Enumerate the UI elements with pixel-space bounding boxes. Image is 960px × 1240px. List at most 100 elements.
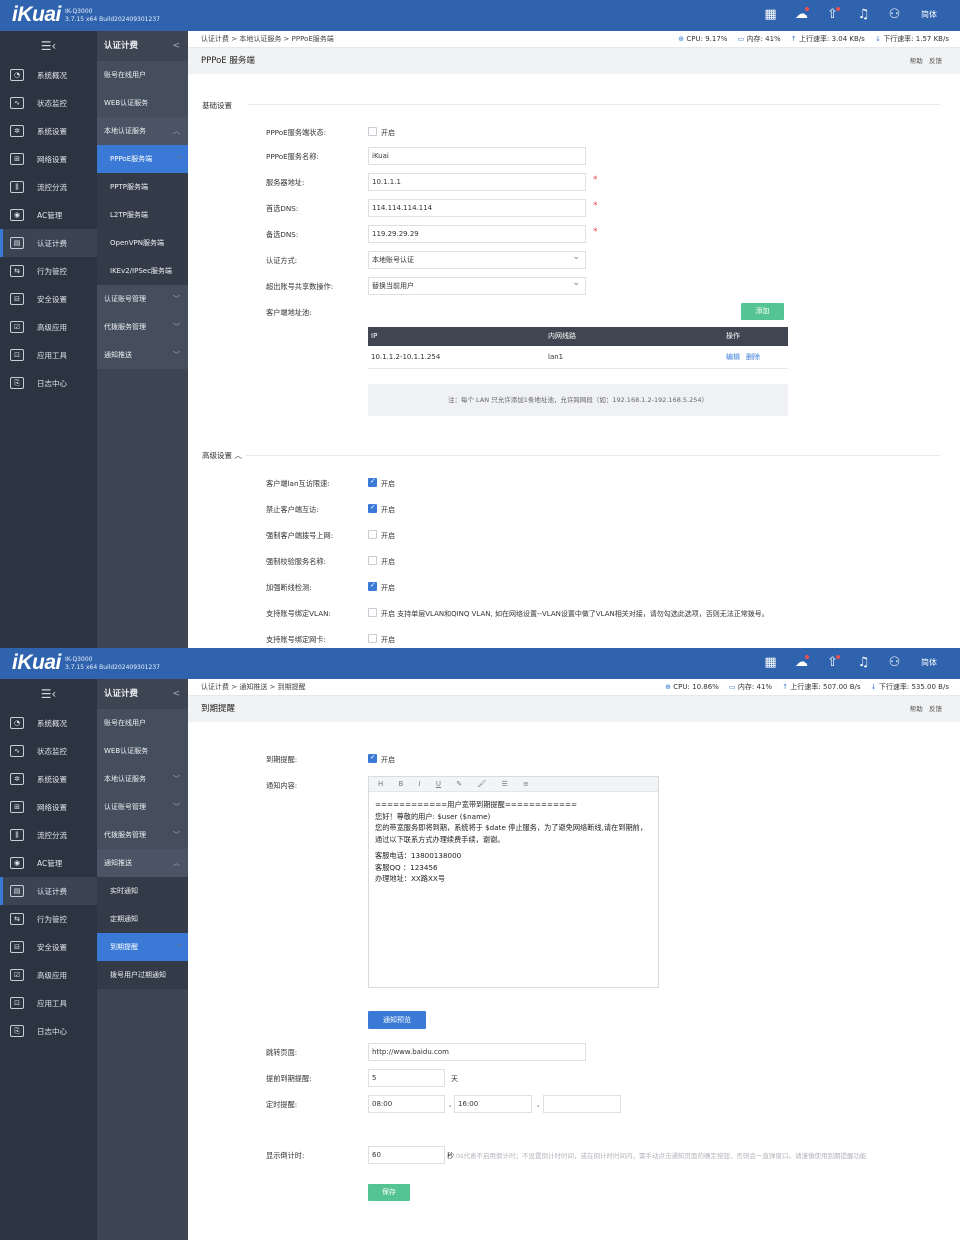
submenu-item-dial-expire[interactable]: 拨号用户过期通知 <box>97 961 188 989</box>
sidebar-item-overview[interactable]: ◔ 系统概况 <box>0 61 97 89</box>
underline-icon[interactable]: U <box>436 780 441 788</box>
cloud-icon[interactable]: ☁ <box>786 655 817 671</box>
sidebar-item-security[interactable]: ⊟ 安全设置 <box>0 933 97 961</box>
sidebar-item-monitor[interactable]: ∿ 状态监控 <box>0 737 97 765</box>
timer-input-3[interactable] <box>543 1095 621 1113</box>
submenu-item-pptp[interactable]: PPTP服务端 <box>97 173 188 201</box>
submenu-item-local[interactable]: 本地认证服务 ﹀ <box>97 765 188 793</box>
isolate-checkbox[interactable] <box>368 503 377 513</box>
lan-limit-checkbox[interactable] <box>368 477 377 487</box>
secondary-dns-input[interactable]: 119.29.29.29 <box>368 225 586 243</box>
sidebar-item-network[interactable]: ⊞ 网络设置 <box>0 145 97 173</box>
user-icon[interactable]: ⚇ <box>879 655 910 671</box>
submenu-item-proxy[interactable]: 代拨服务管理 ﹀ <box>97 821 188 849</box>
heading-icon[interactable]: H <box>378 780 383 788</box>
language-button[interactable]: 简体 <box>910 655 948 671</box>
submenu-item-notify[interactable]: 通知推送 ﹀ <box>97 341 188 369</box>
server-address-input[interactable]: 10.1.1.1 <box>368 173 586 191</box>
sidebar-item-network[interactable]: ⊞ 网络设置 <box>0 793 97 821</box>
preview-button[interactable]: 通知预览 <box>368 1011 426 1029</box>
language-button[interactable]: 简体 <box>910 7 948 23</box>
submenu-item-openvpn[interactable]: OpenVPN服务端 <box>97 229 188 257</box>
sidebar-item-system[interactable]: ✲ 系统设置 <box>0 765 97 793</box>
list-icon[interactable]: ☰ <box>501 780 507 788</box>
delete-link[interactable]: 删除 <box>746 353 760 361</box>
sidebar-item-tools[interactable]: ⊡ 应用工具 <box>0 989 97 1017</box>
submenu-item-periodic[interactable]: 定期通知 <box>97 905 188 933</box>
sidebar-item-tools[interactable]: ⊡ 应用工具 <box>0 341 97 369</box>
sidebar-item-ac[interactable]: ◉ AC管理 <box>0 201 97 229</box>
sidebar-item-behavior[interactable]: ⇆ 行为管控 <box>0 905 97 933</box>
save-button[interactable]: 保存 <box>368 1184 410 1201</box>
rich-text-editor[interactable]: H B I U ✎ 🖌 ☰ ≡ ============用户宽带到期提醒====… <box>368 776 659 988</box>
primary-dns-input[interactable]: 114.114.114.114 <box>368 199 586 217</box>
edit-link[interactable]: 编辑 <box>726 353 740 361</box>
sidebar-item-advanced[interactable]: ☑ 高级应用 <box>0 961 97 989</box>
countdown-input[interactable]: 60 <box>368 1146 445 1164</box>
timer-input-1[interactable]: 08:00 <box>368 1095 445 1113</box>
editor-body[interactable]: ============用户宽带到期提醒============ 您好！尊敬的用… <box>369 792 658 892</box>
sidebar-item-log[interactable]: ⎘ 日志中心 <box>0 369 97 397</box>
section-advanced[interactable]: 高级设置 ︿ <box>202 450 242 461</box>
submenu-item-web[interactable]: WEB认证服务 <box>97 737 188 765</box>
bell-icon[interactable]: ♫ <box>848 7 879 23</box>
submenu-item-local[interactable]: 本地认证服务 ︿ <box>97 117 188 145</box>
submenu-item-online[interactable]: 账号在线用户 <box>97 61 188 89</box>
feedback-link[interactable]: 反馈 <box>929 705 942 713</box>
submenu-item-account[interactable]: 认证账号管理 ﹀ <box>97 793 188 821</box>
submenu-item-expire[interactable]: 到期提醒 <box>97 930 188 961</box>
jump-url-input[interactable]: http://www.baidu.com <box>368 1043 586 1061</box>
italic-icon[interactable]: I <box>419 780 421 788</box>
force-dial-checkbox[interactable] <box>368 530 377 539</box>
service-name-input[interactable]: iKuai <box>368 147 586 165</box>
advance-days-input[interactable]: 5 <box>368 1069 445 1087</box>
bold-icon[interactable]: B <box>399 780 404 788</box>
sidebar-item-flow[interactable]: ⫼ 流控分流 <box>0 821 97 849</box>
sidebar-item-overview[interactable]: ◔ 系统概况 <box>0 709 97 737</box>
share-action-select[interactable]: 替换当前用户 <box>368 275 586 295</box>
submenu-title[interactable]: 认证计费 <box>97 31 188 61</box>
submenu-item-pppoe[interactable]: PPPoE服务端 <box>97 142 188 173</box>
bind-nic-checkbox[interactable] <box>368 634 377 643</box>
menu-collapse-icon[interactable]: ☰‹ <box>0 31 97 61</box>
sidebar-item-behavior[interactable]: ⇆ 行为管控 <box>0 257 97 285</box>
sidebar-item-security[interactable]: ⊟ 安全设置 <box>0 285 97 313</box>
submenu-item-l2tp[interactable]: L2TP服务端 <box>97 201 188 229</box>
help-link[interactable]: 帮助 <box>910 57 923 65</box>
qrcode-icon[interactable]: ▦ <box>755 655 786 671</box>
upgrade-icon[interactable]: ⇧ <box>817 655 848 671</box>
help-link[interactable]: 帮助 <box>910 705 923 713</box>
feedback-link[interactable]: 反馈 <box>929 57 942 65</box>
menu-collapse-icon[interactable]: ☰‹ <box>0 679 97 709</box>
verify-name-checkbox[interactable] <box>368 556 377 565</box>
submenu-item-notify[interactable]: 通知推送 ︿ <box>97 849 188 877</box>
sidebar-item-monitor[interactable]: ∿ 状态监控 <box>0 89 97 117</box>
align-icon[interactable]: ≡ <box>523 780 529 788</box>
submenu-item-realtime[interactable]: 实时通知 <box>97 877 188 905</box>
submenu-title[interactable]: 认证计费 <box>97 679 188 709</box>
sidebar-item-ac[interactable]: ◉ AC管理 <box>0 849 97 877</box>
disconnect-detect-checkbox[interactable] <box>368 581 377 591</box>
sidebar-item-auth[interactable]: ▤ 认证计费 <box>0 877 97 905</box>
bind-vlan-checkbox[interactable] <box>368 608 377 617</box>
bell-icon[interactable]: ♫ <box>848 655 879 671</box>
expire-enable-checkbox[interactable] <box>368 753 377 763</box>
sidebar-item-advanced[interactable]: ☑ 高级应用 <box>0 313 97 341</box>
sidebar-item-system[interactable]: ✲ 系统设置 <box>0 117 97 145</box>
brush-icon[interactable]: 🖌 <box>477 780 486 788</box>
timer-input-2[interactable]: 16:00 <box>454 1095 532 1113</box>
user-icon[interactable]: ⚇ <box>879 7 910 23</box>
sidebar-item-flow[interactable]: ⫼ 流控分流 <box>0 173 97 201</box>
pen-icon[interactable]: ✎ <box>456 780 462 788</box>
sidebar-item-log[interactable]: ⎘ 日志中心 <box>0 1017 97 1045</box>
add-pool-button[interactable]: 添加 <box>741 303 784 320</box>
upgrade-icon[interactable]: ⇧ <box>817 7 848 23</box>
sidebar-item-auth[interactable]: ▤ 认证计费 <box>0 229 97 257</box>
submenu-item-web[interactable]: WEB认证服务 <box>97 89 188 117</box>
submenu-item-ikev2[interactable]: IKEv2/IPSec服务端 <box>97 257 188 285</box>
submenu-item-online[interactable]: 账号在线用户 <box>97 709 188 737</box>
cloud-icon[interactable]: ☁ <box>786 7 817 23</box>
qrcode-icon[interactable]: ▦ <box>755 7 786 23</box>
submenu-item-proxy[interactable]: 代拨服务管理 ﹀ <box>97 313 188 341</box>
auth-method-select[interactable]: 本地账号认证 <box>368 249 586 269</box>
